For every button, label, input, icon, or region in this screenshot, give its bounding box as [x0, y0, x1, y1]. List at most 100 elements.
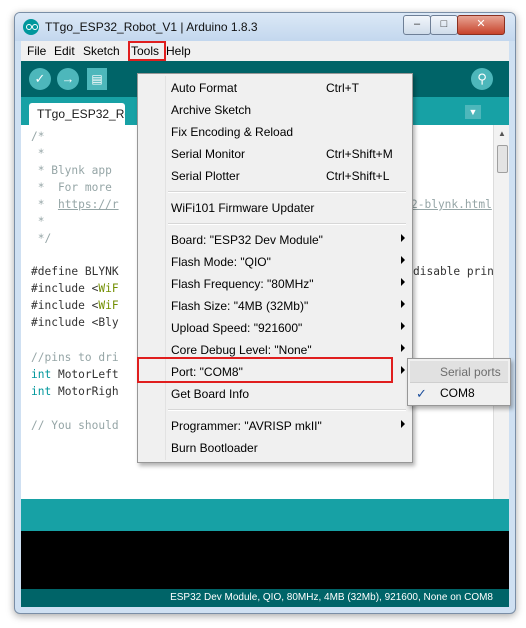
menu-item-label: Core Debug Level: "None" — [171, 343, 312, 357]
message-area — [21, 499, 509, 531]
menu-item-label: Serial Plotter — [171, 169, 240, 183]
new-sketch-button[interactable]: ▤ — [87, 68, 107, 90]
port-option-com8[interactable]: ✓ COM8 — [410, 383, 508, 403]
menu-item-fix-encoding[interactable]: Fix Encoding & Reload — [138, 121, 412, 143]
menu-item-label: Fix Encoding & Reload — [171, 125, 294, 139]
menu-item-label: Get Board Info — [171, 387, 250, 401]
arduino-logo-icon — [23, 19, 39, 35]
code-text: #include < — [31, 299, 99, 312]
code-line: #include <WiF — [31, 299, 119, 312]
tools-menu-highlight-box — [128, 41, 166, 61]
arduino-window: TTgo_ESP32_Robot_V1 | Arduino 1.8.3 – □ … — [14, 12, 516, 614]
verify-button[interactable]: ✓ — [29, 68, 51, 90]
menu-item-label: WiFi101 Firmware Updater — [171, 201, 315, 215]
menu-item-programmer[interactable]: Programmer: "AVRISP mkII" — [138, 415, 412, 437]
code-line: #define BLYNK — [31, 265, 119, 278]
submenu-header: Serial ports — [410, 361, 508, 383]
status-bar: ESP32 Dev Module, QIO, 80MHz, 4MB (32Mb)… — [21, 589, 509, 607]
menu-item-label: Upload Speed: "921600" — [171, 321, 303, 335]
menu-bar: File Edit Sketch Tools Help — [21, 41, 509, 61]
serial-monitor-button[interactable]: ⚲ — [471, 68, 493, 90]
maximize-button[interactable]: □ — [430, 15, 458, 35]
code-text: MotorRigh — [51, 385, 119, 398]
code-line: #include <Bly — [31, 316, 119, 329]
menu-item-label: Flash Mode: "QIO" — [171, 255, 271, 269]
menu-item-label: Burn Bootloader — [171, 441, 258, 455]
menu-item-wifi101-updater[interactable]: WiFi101 Firmware Updater — [138, 197, 412, 219]
code-line: * Blynk app — [31, 164, 112, 177]
menu-item-shortcut: Ctrl+T — [326, 81, 359, 95]
code-line: int MotorLeft — [31, 368, 119, 381]
tab-sketch[interactable]: TTgo_ESP32_Robot_V1 — [29, 103, 125, 125]
code-line: // You should — [31, 419, 119, 432]
code-link[interactable]: 2-blynk.html — [411, 198, 492, 211]
vertical-scrollbar[interactable]: ▲ — [493, 125, 509, 499]
menu-item-label: Serial Monitor — [171, 147, 246, 161]
menu-separator — [168, 223, 406, 225]
port-option-label: COM8 — [440, 386, 475, 400]
menu-item-shortcut: Ctrl+Shift+L — [326, 169, 390, 183]
code-text: #include < — [31, 282, 99, 295]
serial-ports-heading: Serial ports — [440, 365, 501, 379]
submenu-arrow-icon — [401, 344, 405, 352]
code-link[interactable]: https://r — [58, 198, 119, 211]
code-text: WiF — [98, 299, 119, 312]
title-bar[interactable]: TTgo_ESP32_Robot_V1 | Arduino 1.8.3 – □ … — [15, 13, 515, 41]
menu-separator — [168, 191, 406, 193]
menu-file[interactable]: File — [27, 44, 46, 58]
submenu-arrow-icon — [401, 420, 405, 428]
menu-item-serial-plotter[interactable]: Serial Plotter Ctrl+Shift+L — [138, 165, 412, 187]
menu-item-upload-speed[interactable]: Upload Speed: "921600" — [138, 317, 412, 339]
menu-item-label: Archive Sketch — [171, 103, 252, 117]
code-line: disable print — [413, 265, 493, 278]
code-text: WiF — [98, 282, 119, 295]
close-button[interactable]: ✕ — [457, 15, 505, 35]
tools-dropdown-menu: Auto Format Ctrl+T Archive Sketch Fix En… — [137, 73, 413, 463]
menu-item-flash-size[interactable]: Flash Size: "4MB (32Mb)" — [138, 295, 412, 317]
menu-item-flash-frequency[interactable]: Flash Frequency: "80MHz" — [138, 273, 412, 295]
submenu-arrow-icon — [401, 256, 405, 264]
menu-edit[interactable]: Edit — [54, 44, 75, 58]
code-line: * https://r — [31, 198, 119, 211]
menu-item-archive-sketch[interactable]: Archive Sketch — [138, 99, 412, 121]
menu-item-label: Programmer: "AVRISP mkII" — [171, 419, 322, 433]
minimize-button[interactable]: – — [403, 15, 431, 35]
menu-item-shortcut: Ctrl+Shift+M — [326, 147, 393, 161]
code-line: * For more — [31, 181, 112, 194]
menu-help[interactable]: Help — [166, 44, 191, 58]
submenu-arrow-icon — [401, 322, 405, 330]
submenu-arrow-icon — [401, 234, 405, 242]
code-line: //pins to dri — [31, 351, 119, 364]
menu-item-serial-monitor[interactable]: Serial Monitor Ctrl+Shift+M — [138, 143, 412, 165]
submenu-arrow-icon — [401, 278, 405, 286]
code-text: int — [31, 368, 52, 381]
upload-button[interactable]: → — [57, 68, 79, 90]
code-line: */ — [31, 232, 52, 245]
menu-item-burn-bootloader[interactable]: Burn Bootloader — [138, 437, 412, 459]
code-line: * — [31, 147, 45, 160]
tab-menu-button[interactable]: ▼ — [465, 105, 481, 119]
menu-item-label: Flash Size: "4MB (32Mb)" — [171, 299, 309, 313]
console-output — [21, 531, 509, 589]
code-text: * — [31, 198, 58, 211]
port-highlight-box — [137, 357, 393, 383]
submenu-arrow-icon — [401, 300, 405, 308]
menu-item-label: Flash Frequency: "80MHz" — [171, 277, 314, 291]
menu-item-flash-mode[interactable]: Flash Mode: "QIO" — [138, 251, 412, 273]
menu-separator — [168, 409, 406, 411]
code-text: MotorLeft — [51, 368, 119, 381]
scrollbar-thumb[interactable] — [497, 145, 508, 173]
menu-item-get-board-info[interactable]: Get Board Info — [138, 383, 412, 405]
code-line: int MotorRigh — [31, 385, 119, 398]
submenu-arrow-icon — [401, 366, 405, 374]
menu-item-board[interactable]: Board: "ESP32 Dev Module" — [138, 229, 412, 251]
code-text: int — [31, 385, 52, 398]
menu-item-label: Auto Format — [171, 81, 238, 95]
window-title: TTgo_ESP32_Robot_V1 | Arduino 1.8.3 — [45, 20, 258, 34]
menu-item-auto-format[interactable]: Auto Format Ctrl+T — [138, 77, 412, 99]
port-submenu: Serial ports ✓ COM8 — [407, 358, 511, 406]
menu-sketch[interactable]: Sketch — [83, 44, 120, 58]
menu-item-label: Board: "ESP32 Dev Module" — [171, 233, 323, 247]
scroll-up-icon[interactable]: ▲ — [498, 129, 506, 138]
code-line: /* — [31, 130, 45, 143]
